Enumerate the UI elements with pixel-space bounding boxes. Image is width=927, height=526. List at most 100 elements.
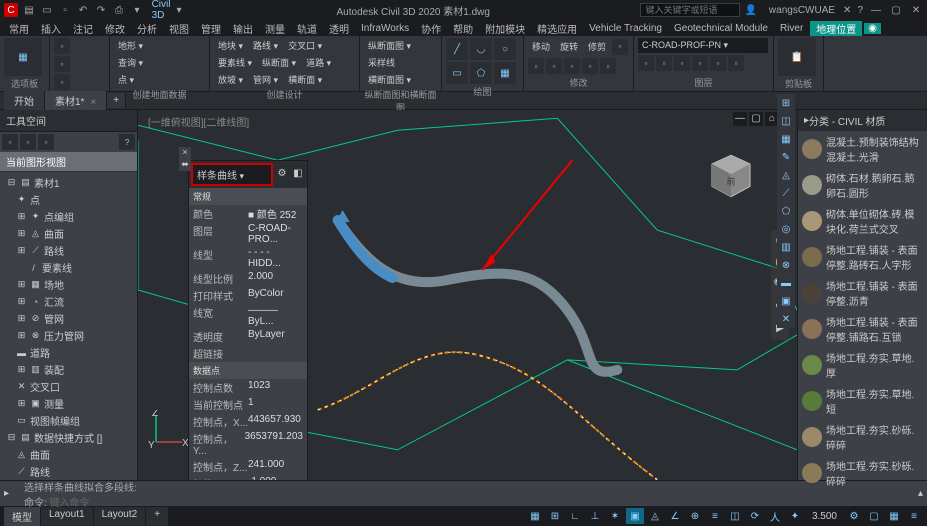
menu-item[interactable]: 透明	[324, 21, 354, 36]
menu-item[interactable]: 帮助	[448, 21, 478, 36]
rb-points[interactable]: 点 ▾	[114, 72, 138, 87]
props-category[interactable]: 常规	[189, 188, 307, 205]
tree-item[interactable]: ⊞✦点编组	[2, 208, 135, 225]
ts-tool-icon[interactable]: ⊞	[777, 94, 795, 112]
rb-alignment[interactable]: 路线 ▾	[249, 38, 282, 53]
rb-parcel[interactable]: 地块 ▾	[214, 38, 247, 53]
status-ortho-icon[interactable]: ⊥	[586, 508, 604, 524]
status-dyn-icon[interactable]: ⊕	[686, 508, 704, 524]
status-annoauto-icon[interactable]: ✦	[786, 508, 804, 524]
quickselect-icon[interactable]: ⚙	[275, 168, 289, 182]
status-osnap-icon[interactable]: ▣	[626, 508, 644, 524]
prop-row[interactable]: 线宽——— ByL...	[189, 304, 307, 328]
layout-tab[interactable]: Layout2	[94, 507, 147, 526]
rb-layer-icon[interactable]: ▫	[728, 55, 744, 71]
menu-item[interactable]: 协作	[416, 21, 446, 36]
rb-layer-icon[interactable]: ▫	[638, 55, 654, 71]
status-grid-icon[interactable]: ⊞	[546, 508, 564, 524]
rb-icon[interactable]: ▫	[54, 38, 70, 54]
layout-add[interactable]: +	[146, 507, 169, 526]
help-icon[interactable]: ?	[857, 5, 863, 16]
material-item[interactable]: 砌体.单位砌体.砖.模块化.荷兰式交叉	[798, 203, 927, 239]
status-model-icon[interactable]: ▦	[526, 508, 544, 524]
rb-section[interactable]: 横断面 ▾	[284, 72, 326, 87]
ts-icon[interactable]: ▫	[2, 134, 18, 150]
menu-item[interactable]: 视图	[164, 21, 194, 36]
tab-start[interactable]: 开始	[4, 91, 45, 110]
ucs-icon[interactable]: Z X Y	[148, 410, 188, 450]
plot-icon[interactable]: ⎙	[112, 3, 126, 17]
tree-item[interactable]: /要素线	[2, 259, 135, 276]
rb-layer-icon[interactable]: ▫	[656, 55, 672, 71]
selection-dropdown[interactable]: 样条曲线 ▾	[191, 163, 273, 186]
menu-item[interactable]: 精选应用	[532, 21, 582, 36]
tree-item[interactable]: ✦点	[2, 191, 135, 208]
rb-move[interactable]: 移动	[528, 39, 554, 54]
material-item[interactable]: 场地工程.夯实.砂砾.碎碎	[798, 419, 927, 455]
rb-arc-icon[interactable]: ◡	[470, 38, 492, 60]
tree-item[interactable]: ▬道路	[2, 344, 135, 361]
status-clean-icon[interactable]: ▦	[885, 508, 903, 524]
menu-item[interactable]: Vehicle Tracking	[584, 23, 667, 34]
ts-tool-icon[interactable]: ◫	[777, 112, 795, 130]
material-item[interactable]: 场地工程.铺装 - 表面停整.沥青	[798, 275, 927, 311]
ts-tool-icon[interactable]: ▣	[777, 292, 795, 310]
rb-layer-icon[interactable]: ▫	[674, 55, 690, 71]
cmd-text[interactable]: 选择样条曲线拟合多段线: 命令: 键入命令	[18, 477, 918, 511]
exchange-icon[interactable]: ✕	[843, 5, 851, 16]
prop-row[interactable]: 透明度ByLayer	[189, 328, 307, 345]
rb-icon[interactable]: ▫	[582, 58, 598, 74]
material-item[interactable]: 场地工程.铺装 - 表面停整.路砖石.人字形	[798, 239, 927, 275]
material-item[interactable]: 混凝土.预制装饰结构混凝土.光滑	[798, 131, 927, 167]
toolspace-button[interactable]: ▦	[4, 38, 42, 76]
status-anno-icon[interactable]: 人	[766, 508, 784, 524]
rb-sect-view[interactable]: 横断面图 ▾	[364, 72, 415, 87]
menu-item[interactable]: Geotechnical Module	[669, 23, 773, 34]
rb-intersection[interactable]: 交叉口 ▾	[284, 38, 326, 53]
tree-item[interactable]: ⊞⊘管网	[2, 310, 135, 327]
rb-icon[interactable]: ▫	[612, 39, 628, 55]
ts-tool-icon[interactable]: ▥	[777, 238, 795, 256]
toolspace-section[interactable]: 当前图形视图	[0, 152, 137, 172]
rb-featureline[interactable]: 要素线 ▾	[214, 55, 256, 70]
ts-icon[interactable]: ▫	[20, 134, 36, 150]
prop-row[interactable]: 控制点，Y...3653791.203	[189, 430, 307, 458]
rb-profile[interactable]: 纵断面 ▾	[258, 55, 300, 70]
help-search-input[interactable]	[640, 3, 740, 17]
tree-item[interactable]: ◬曲面	[2, 446, 135, 463]
status-max-icon[interactable]: ▢	[865, 508, 883, 524]
status-3dosnap-icon[interactable]: ◬	[646, 508, 664, 524]
rb-layer-icon[interactable]: ▫	[692, 55, 708, 71]
tree-root[interactable]: ⊟▤数据快捷方式 []	[2, 429, 135, 446]
menu-item[interactable]: 输出	[228, 21, 258, 36]
rb-layer-combo[interactable]: C-ROAD-PROF-PN ▾	[638, 38, 768, 53]
rb-layer-icon[interactable]: ▫	[710, 55, 726, 71]
tree-item[interactable]: ⊞▥装配	[2, 361, 135, 378]
status-otrack-icon[interactable]: ∠	[666, 508, 684, 524]
material-item[interactable]: 场地工程.夯实.草地.厚	[798, 347, 927, 383]
ts-tool-icon[interactable]: ⊗	[777, 256, 795, 274]
tab-drawing[interactable]: 素材1*×	[45, 91, 107, 110]
rb-icon[interactable]: ▫	[564, 58, 580, 74]
status-polar-icon[interactable]: ✶	[606, 508, 624, 524]
rb-inquiry[interactable]: 查询 ▾	[114, 55, 147, 70]
tree-item[interactable]: ⊞▣测量	[2, 395, 135, 412]
rb-icon[interactable]: ▫	[54, 74, 70, 90]
status-snap-icon[interactable]: ∟	[566, 508, 584, 524]
prop-row[interactable]: 权值-1.000	[189, 475, 307, 480]
rb-trim[interactable]: 修剪	[584, 39, 610, 54]
save-icon[interactable]: ▫	[58, 3, 72, 17]
tab-new[interactable]: +	[107, 93, 126, 108]
status-trans-icon[interactable]: ◫	[726, 508, 744, 524]
ts-tool-icon[interactable]: ⬠	[777, 202, 795, 220]
palette-pin-icon[interactable]: ⬌	[179, 159, 191, 171]
rb-icon[interactable]: ▫	[600, 58, 616, 74]
menu-item[interactable]: InfraWorks	[356, 23, 414, 34]
ts-tool-icon[interactable]: ⟋	[777, 184, 795, 202]
close-button[interactable]: ✕	[909, 5, 923, 16]
ts-tool-icon[interactable]: ▬	[777, 274, 795, 292]
prop-row[interactable]: 控制点，Z...241.000	[189, 458, 307, 475]
tree-item[interactable]: ⊞◔汇流	[2, 293, 135, 310]
menu-item[interactable]: 修改	[100, 21, 130, 36]
menu-item[interactable]: 分析	[132, 21, 162, 36]
